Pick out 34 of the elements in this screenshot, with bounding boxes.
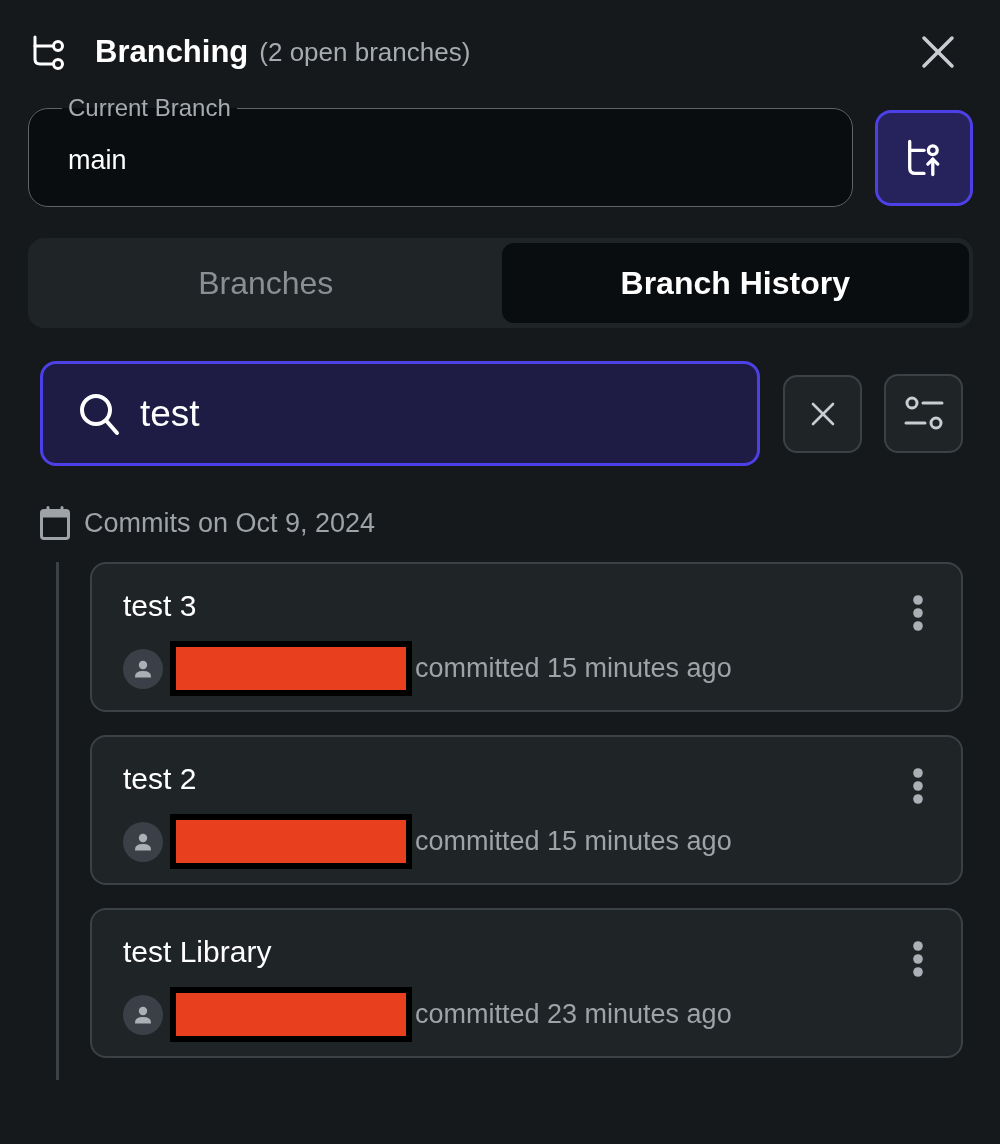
more-button[interactable] [911,594,925,632]
commit-time: committed 23 minutes ago [415,999,732,1030]
branch-action-button[interactable] [875,110,973,206]
kebab-icon [911,940,925,978]
filter-button[interactable] [884,374,963,453]
avatar-icon [123,821,163,862]
commit-message: test Library [123,934,272,970]
field-label: Current Branch [67,94,232,122]
close-icon [810,401,835,426]
calendar-icon [40,506,70,540]
search-icon [78,391,120,436]
commit-message: test 3 [123,588,197,624]
commit-card[interactable]: test 3 committed 15 minutes ago [90,562,963,712]
clear-search-button[interactable] [783,374,862,453]
commit-message: test 2 [123,761,197,797]
panel-title: Branching [95,33,249,71]
more-button[interactable] [911,940,925,978]
kebab-icon [911,594,925,632]
commit-card[interactable]: test 2 committed 15 minutes ago [90,735,963,885]
close-button[interactable] [921,35,955,69]
tab[interactable]: Branches [32,243,500,323]
sliders-icon [903,395,944,432]
avatar-icon [123,648,163,689]
date-heading: Commits on Oct 9, 2024 [84,507,376,539]
commit-time: committed 15 minutes ago [415,826,732,857]
close-icon [921,35,955,69]
commit-card[interactable]: test Library committed 23 minutes ago [90,908,963,1058]
commit-time: committed 15 minutes ago [415,653,732,684]
search-field[interactable]: test [40,361,760,466]
panel-subtitle: (2 open branches) [259,36,471,69]
avatar-icon [123,994,163,1035]
kebab-icon [911,767,925,805]
tab[interactable]: Branch History [501,243,969,323]
more-button[interactable] [911,767,925,805]
